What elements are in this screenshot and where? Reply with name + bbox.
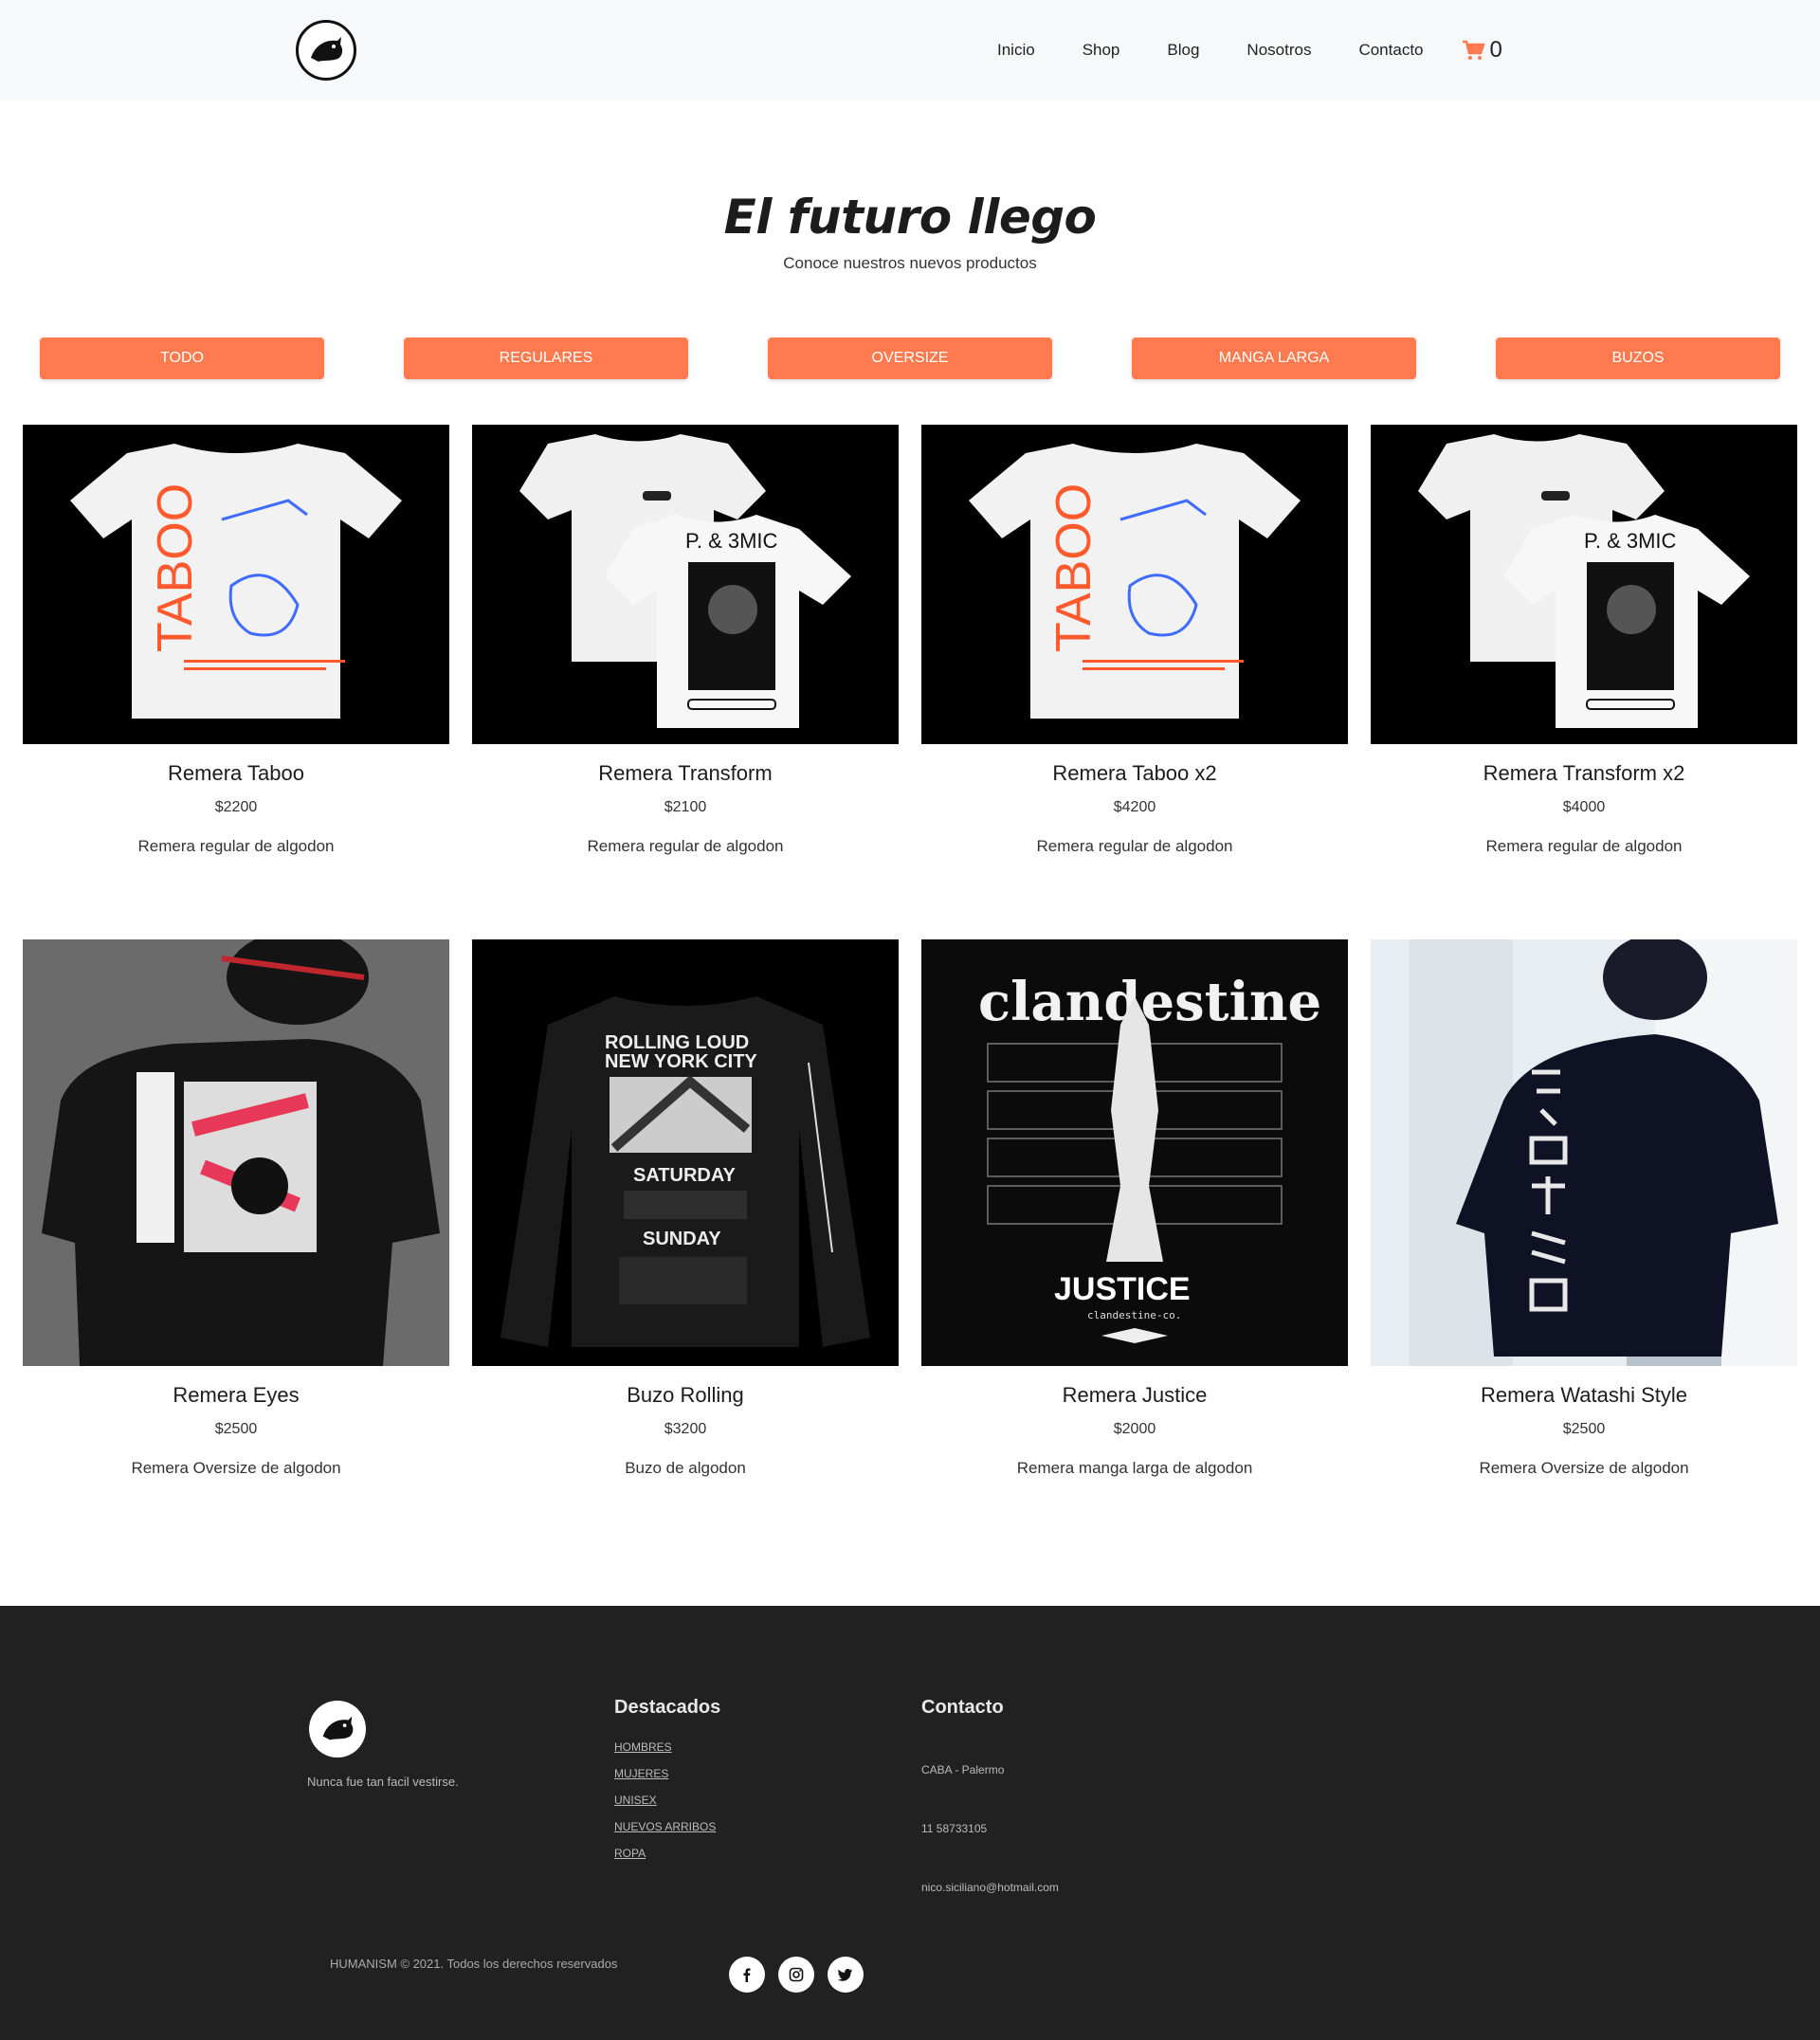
product-price: $4200 [1113, 799, 1156, 815]
tee-print-text: P. & 3MIC [685, 529, 778, 553]
nav-nosotros[interactable]: Nosotros [1247, 41, 1311, 60]
product-card: ROLLING LOUD NEW YORK CITY SATURDAY SUND… [472, 939, 899, 1478]
product-card: TABOO Remera Taboo x2 $4200 Remera regul… [921, 425, 1348, 856]
print-line: ROLLING LOUD [605, 1032, 749, 1053]
product-card: Remera Eyes $2500 Remera Oversize de alg… [23, 939, 449, 1478]
product-name[interactable]: Buzo Rolling [472, 1383, 899, 1408]
copyright: HUMANISM © 2021. Todos los derechos rese… [330, 1957, 618, 1971]
product-image[interactable] [1371, 939, 1797, 1366]
site-header: Inicio Shop Blog Nosotros Contacto 0 [0, 0, 1820, 100]
nav-shop[interactable]: Shop [1083, 41, 1120, 60]
product-price: $2100 [664, 799, 707, 815]
print-line: NEW YORK CITY [605, 1051, 757, 1072]
product-description: Remera regular de algodon [137, 837, 335, 855]
print-line: JUSTICE [1054, 1271, 1191, 1307]
contact-address: CABA - Palermo [921, 1763, 1005, 1776]
product-image[interactable] [23, 939, 449, 1366]
contact-email[interactable]: nico.siciliano@hotmail.com [921, 1881, 1059, 1894]
product-image[interactable]: ROLLING LOUD NEW YORK CITY SATURDAY SUND… [472, 939, 899, 1366]
product-description: Remera regular de algodon [1036, 837, 1233, 855]
featured-title: Destacados [614, 1697, 721, 1718]
panther-logo-icon[interactable] [296, 20, 356, 81]
panther-logo-icon[interactable] [309, 1701, 366, 1758]
product-price: $4000 [1562, 799, 1606, 815]
product-image[interactable]: clandestine JUSTICE clandestine-co. [921, 939, 1348, 1366]
product-image[interactable]: P. & 3MIC [472, 425, 899, 744]
tee-print-text: P. & 3MIC [1584, 529, 1677, 553]
footer-link-ropa[interactable]: ROPA [614, 1847, 646, 1860]
product-image[interactable]: TABOO [23, 425, 449, 744]
tee-print-text: TABOO [148, 483, 203, 652]
product-card: P. & 3MIC Remera Transform $2100 Remera … [472, 425, 899, 856]
product-image[interactable]: TABOO [921, 425, 1348, 744]
category-filters: TODO REGULARES OVERSIZE MANGA LARGA BUZO… [40, 337, 1780, 379]
facebook-icon[interactable] [729, 1957, 765, 1993]
product-card: Remera Watashi Style $2500 Remera Oversi… [1371, 939, 1797, 1478]
cart-button[interactable]: 0 [1462, 37, 1502, 64]
product-description: Remera regular de algodon [1485, 837, 1683, 855]
product-card: P. & 3MIC Remera Transform x2 $4000 Reme… [1371, 425, 1797, 856]
product-description: Remera Oversize de algodon [131, 1459, 341, 1477]
print-line: clandestine [978, 971, 1321, 1033]
product-description: Remera Oversize de algodon [1479, 1459, 1689, 1477]
product-description: Remera regular de algodon [587, 837, 784, 855]
filter-regulares[interactable]: REGULARES [404, 337, 688, 379]
product-card: clandestine JUSTICE clandestine-co. Reme… [921, 939, 1348, 1478]
product-price: $2200 [214, 799, 258, 815]
product-card: TABOO Remera Taboo $2200 Remera regular … [23, 425, 449, 856]
product-name[interactable]: Remera Transform [472, 761, 899, 786]
cart-icon [1462, 40, 1484, 60]
contact-title: Contacto [921, 1697, 1004, 1718]
main-nav: Inicio Shop Blog Nosotros Contacto 0 [997, 0, 1502, 100]
product-name[interactable]: Remera Taboo [23, 761, 449, 786]
instagram-icon[interactable] [778, 1957, 814, 1993]
print-line: SATURDAY [633, 1165, 736, 1186]
filter-todo[interactable]: TODO [40, 337, 324, 379]
product-price: $2500 [214, 1421, 258, 1437]
print-line: clandestine-co. [1087, 1309, 1181, 1321]
tee-print-text: TABOO [1046, 483, 1101, 652]
filter-manga-larga[interactable]: MANGA LARGA [1132, 337, 1416, 379]
nav-blog[interactable]: Blog [1167, 41, 1199, 60]
page-title: El futuro llego [723, 190, 1097, 245]
product-image[interactable]: P. & 3MIC [1371, 425, 1797, 744]
product-name[interactable]: Remera Transform x2 [1371, 761, 1797, 786]
contact-phone: 11 58733105 [921, 1822, 988, 1835]
product-price: $3200 [664, 1421, 707, 1437]
product-name[interactable]: Remera Taboo x2 [921, 761, 1348, 786]
product-price: $2500 [1562, 1421, 1606, 1437]
product-description: Buzo de algodon [625, 1459, 746, 1477]
product-description: Remera manga larga de algodon [1016, 1459, 1253, 1477]
footer-link-hombres[interactable]: HOMBRES [614, 1740, 672, 1754]
cart-count: 0 [1489, 37, 1502, 63]
footer-link-unisex[interactable]: UNISEX [614, 1794, 657, 1807]
product-price: $2000 [1113, 1421, 1156, 1437]
site-footer: Nunca fue tan facil vestirse. Destacados… [0, 1606, 1820, 2040]
nav-inicio[interactable]: Inicio [997, 41, 1035, 60]
product-name[interactable]: Remera Justice [921, 1383, 1348, 1408]
print-line: SUNDAY [643, 1229, 721, 1249]
product-name[interactable]: Remera Watashi Style [1371, 1383, 1797, 1408]
product-name[interactable]: Remera Eyes [23, 1383, 449, 1408]
footer-tagline: Nunca fue tan facil vestirse. [307, 1775, 459, 1789]
twitter-icon[interactable] [828, 1957, 864, 1993]
nav-contacto[interactable]: Contacto [1358, 41, 1423, 60]
filter-buzos[interactable]: BUZOS [1496, 337, 1780, 379]
footer-link-nuevos-arribos[interactable]: NUEVOS ARRIBOS [614, 1820, 716, 1833]
page-subtitle: Conoce nuestros nuevos productos [783, 254, 1037, 272]
filter-oversize[interactable]: OVERSIZE [768, 337, 1052, 379]
footer-link-mujeres[interactable]: MUJERES [614, 1767, 668, 1780]
